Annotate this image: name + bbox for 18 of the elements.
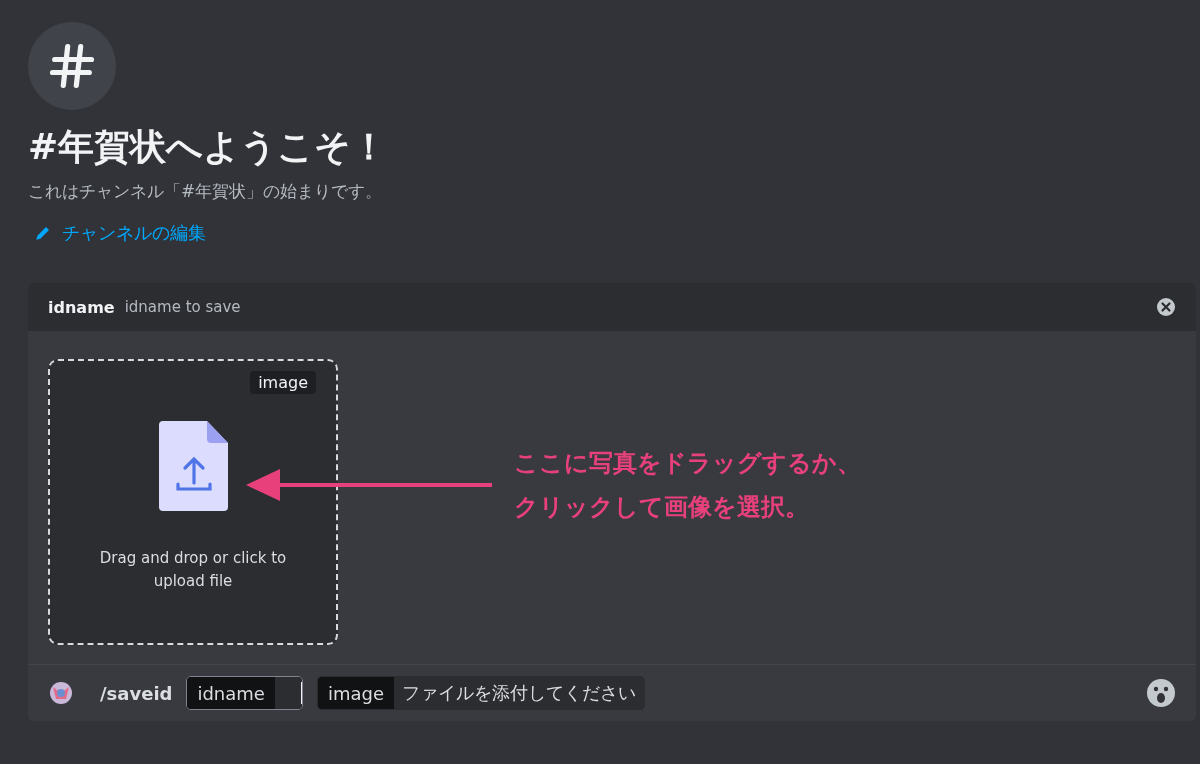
bot-avatar-icon bbox=[48, 680, 74, 706]
pencil-icon bbox=[34, 224, 52, 242]
attachment-option-field[interactable]: image ファイルを添付してください bbox=[316, 676, 645, 710]
annotation-text: ここに写真をドラッグするか、 bbox=[514, 448, 861, 479]
file-upload-icon bbox=[158, 421, 228, 511]
slash-command: /saveid bbox=[100, 682, 173, 704]
command-option-description: idname to save bbox=[124, 298, 242, 316]
command-option-name: idname bbox=[48, 297, 115, 317]
welcome-title: #年賀状へようこそ！ bbox=[28, 125, 389, 169]
upload-hint: Drag and drop or click to upload file bbox=[98, 548, 288, 592]
upload-dropzone[interactable]: image Drag and drop or click to upload file bbox=[48, 359, 338, 645]
option-tag: image bbox=[250, 371, 316, 394]
surprised-face-icon[interactable] bbox=[1146, 678, 1176, 708]
channel-intro: これはチャンネル「#年賀状」の始まりです。 bbox=[28, 180, 384, 203]
edit-channel-link[interactable]: チャンネルの編集 bbox=[34, 221, 206, 245]
text-option-field[interactable]: idname bbox=[186, 676, 303, 710]
annotation-text: クリックして画像を選択。 bbox=[514, 492, 810, 523]
close-icon[interactable] bbox=[1156, 297, 1176, 317]
